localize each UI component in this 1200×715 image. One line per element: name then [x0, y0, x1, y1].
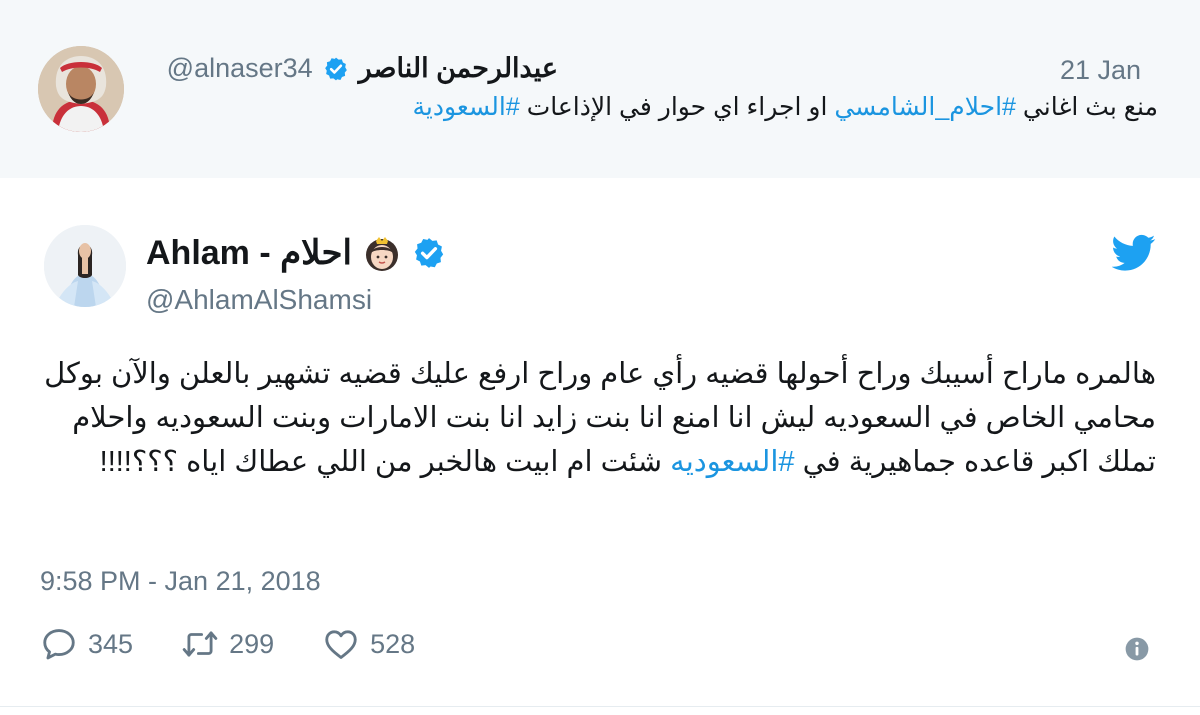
main-avatar[interactable]: [44, 225, 126, 307]
like-count: 528: [370, 628, 416, 659]
tweet-text-part: شئت ام ابيت هالخبر من اللي عطاك اياه ؟؟؟…: [99, 446, 671, 478]
retweet-button[interactable]: 299: [181, 625, 274, 663]
retweet-count: 299: [229, 628, 275, 659]
reply-button[interactable]: 345: [40, 625, 133, 663]
hashtag-link[interactable]: #السعوديه: [670, 446, 794, 478]
main-tweet-text: هالمره ماراح أسيبك وراح أحولها قضيه رأي …: [26, 352, 1156, 484]
verified-badge-icon: [324, 57, 347, 80]
parent-handle[interactable]: @alnaser34: [167, 53, 313, 84]
heart-icon: [325, 630, 357, 659]
verified-badge-icon: [414, 238, 444, 268]
parent-author-name[interactable]: عيدالرحمن الناصر: [359, 53, 558, 84]
main-author-handle[interactable]: @AhlamAlShamsi: [146, 284, 372, 316]
hashtag-link[interactable]: #احلام_الشامسي: [834, 93, 1016, 121]
hashtag-link[interactable]: #السعودية: [413, 93, 520, 121]
info-icon[interactable]: [1124, 636, 1150, 662]
parent-text-part: منع بث اغاني: [1015, 93, 1158, 121]
parent-tweet[interactable]: @alnaser34 عيدالرحمن الناصر 21 Jan منع ب…: [0, 0, 1200, 178]
main-author-row: Ahlam - احلام: [146, 233, 446, 273]
parent-tweet-text: منع بث اغاني #احلام_الشامسي او اجراء اي …: [413, 92, 1158, 122]
tweet-actions: 345 299 528: [40, 625, 463, 663]
retweet-icon: [182, 631, 218, 657]
reply-icon: [43, 629, 75, 660]
parent-header: @alnaser34 عيدالرحمن الناصر: [167, 53, 558, 84]
tweet-timestamp[interactable]: 9:58 PM - Jan 21, 2018: [40, 566, 321, 597]
like-button[interactable]: 528: [322, 625, 415, 663]
twitter-bird-icon[interactable]: [1112, 234, 1156, 272]
parent-avatar[interactable]: [38, 46, 124, 132]
divider: [0, 706, 1200, 707]
reply-count: 345: [88, 628, 134, 659]
parent-date[interactable]: 21 Jan: [1060, 55, 1141, 86]
parent-text-part: او اجراء اي حوار في الإذاعات: [519, 93, 835, 121]
main-author-name[interactable]: Ahlam - احلام: [146, 233, 352, 273]
princess-emoji-icon: [365, 237, 398, 271]
